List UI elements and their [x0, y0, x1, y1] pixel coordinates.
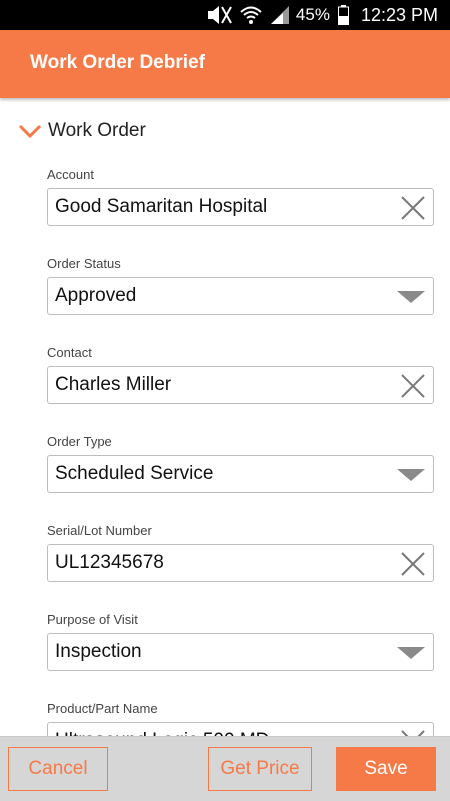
clear-contact-icon[interactable] — [401, 374, 425, 398]
clear-serial-icon[interactable] — [401, 552, 425, 576]
order-type-field-group: Order Type Scheduled Service — [47, 434, 434, 493]
account-field-group: Account Good Samaritan Hospital — [47, 167, 434, 226]
order-type-select[interactable]: Scheduled Service — [47, 455, 434, 493]
clear-account-icon[interactable] — [401, 196, 425, 220]
purpose-field-group: Purpose of Visit Inspection — [47, 612, 434, 671]
clock: 12:23 PM — [360, 4, 438, 25]
serial-value: UL12345678 — [55, 552, 164, 573]
section-title: Work Order — [48, 120, 146, 141]
dropdown-arrow-icon — [397, 291, 425, 303]
account-label: Account — [47, 167, 94, 182]
order-status-value: Approved — [55, 285, 137, 306]
serial-input[interactable]: UL12345678 — [47, 544, 434, 582]
serial-field-group: Serial/Lot Number UL12345678 — [47, 523, 434, 582]
battery-percent: 45% — [295, 5, 330, 24]
bottom-action-bar: Cancel Get Price Save — [0, 736, 450, 801]
order-type-value: Scheduled Service — [55, 463, 214, 484]
purpose-value: Inspection — [55, 641, 142, 662]
account-value: Good Samaritan Hospital — [55, 196, 268, 217]
dropdown-arrow-icon — [397, 647, 425, 659]
purpose-label: Purpose of Visit — [47, 612, 138, 627]
status-bar: 45% 12:23 PM — [0, 0, 450, 30]
battery-icon — [337, 5, 349, 25]
product-label: Product/Part Name — [47, 701, 158, 716]
dropdown-arrow-icon — [397, 469, 425, 481]
save-button[interactable]: Save — [336, 747, 436, 791]
mute-icon — [206, 5, 232, 25]
get-price-button[interactable]: Get Price — [208, 747, 312, 791]
order-status-label: Order Status — [47, 256, 121, 271]
section-work-order[interactable]: Work Order — [18, 120, 146, 142]
signal-icon — [270, 5, 290, 25]
app-header: Work Order Debrief — [0, 30, 450, 98]
serial-label: Serial/Lot Number — [47, 523, 152, 538]
order-status-field-group: Order Status Approved — [47, 256, 434, 315]
contact-field-group: Contact Charles Miller — [47, 345, 434, 404]
purpose-select[interactable]: Inspection — [47, 633, 434, 671]
wifi-icon — [240, 5, 262, 25]
contact-label: Contact — [47, 345, 92, 360]
chevron-down-icon — [18, 124, 42, 139]
contact-input[interactable]: Charles Miller — [47, 366, 434, 404]
page-title: Work Order Debrief — [30, 52, 205, 73]
order-type-label: Order Type — [47, 434, 112, 449]
contact-value: Charles Miller — [55, 374, 172, 395]
account-input[interactable]: Good Samaritan Hospital — [47, 188, 434, 226]
cancel-button[interactable]: Cancel — [8, 747, 108, 791]
order-status-select[interactable]: Approved — [47, 277, 434, 315]
